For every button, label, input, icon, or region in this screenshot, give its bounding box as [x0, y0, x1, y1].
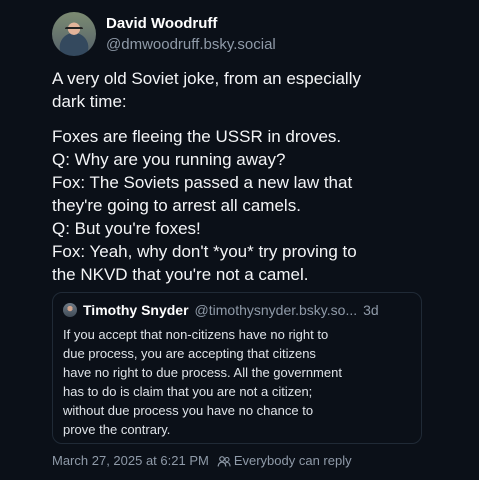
- author-display-name[interactable]: David Woodruff: [106, 15, 276, 32]
- post: David Woodruff @dmwoodruff.bsky.social A…: [0, 0, 479, 480]
- post-footer: March 27, 2025 at 6:21 PM Everybody can …: [52, 453, 352, 468]
- quoted-post-header: Timothy Snyder @timothysnyder.bsky.so...…: [63, 301, 411, 319]
- quoted-post-card[interactable]: Timothy Snyder @timothysnyder.bsky.so...…: [52, 292, 422, 444]
- author-info: David Woodruff @dmwoodruff.bsky.social: [106, 15, 276, 54]
- post-timestamp[interactable]: March 27, 2025 at 6:21 PM: [52, 453, 209, 468]
- quoted-post-time[interactable]: 3d: [363, 301, 379, 319]
- quoted-author-name[interactable]: Timothy Snyder: [83, 301, 189, 319]
- quoted-post-text: If you accept that non-citizens have no …: [63, 327, 342, 437]
- quoted-author-avatar[interactable]: [63, 303, 77, 317]
- author-handle[interactable]: @dmwoodruff.bsky.social: [106, 36, 276, 53]
- quoted-author-handle[interactable]: @timothysnyder.bsky.so...: [195, 301, 358, 319]
- people-icon: [217, 455, 231, 467]
- reply-setting-label[interactable]: Everybody can reply: [234, 453, 352, 468]
- post-body: A very old Soviet joke, from an especial…: [52, 67, 422, 298]
- post-paragraph-intro: A very old Soviet joke, from an especial…: [52, 69, 361, 111]
- author-row[interactable]: David Woodruff @dmwoodruff.bsky.social: [52, 12, 276, 56]
- author-avatar[interactable]: [52, 12, 96, 56]
- post-paragraph-joke: Foxes are fleeing the USSR in droves. Q:…: [52, 127, 357, 284]
